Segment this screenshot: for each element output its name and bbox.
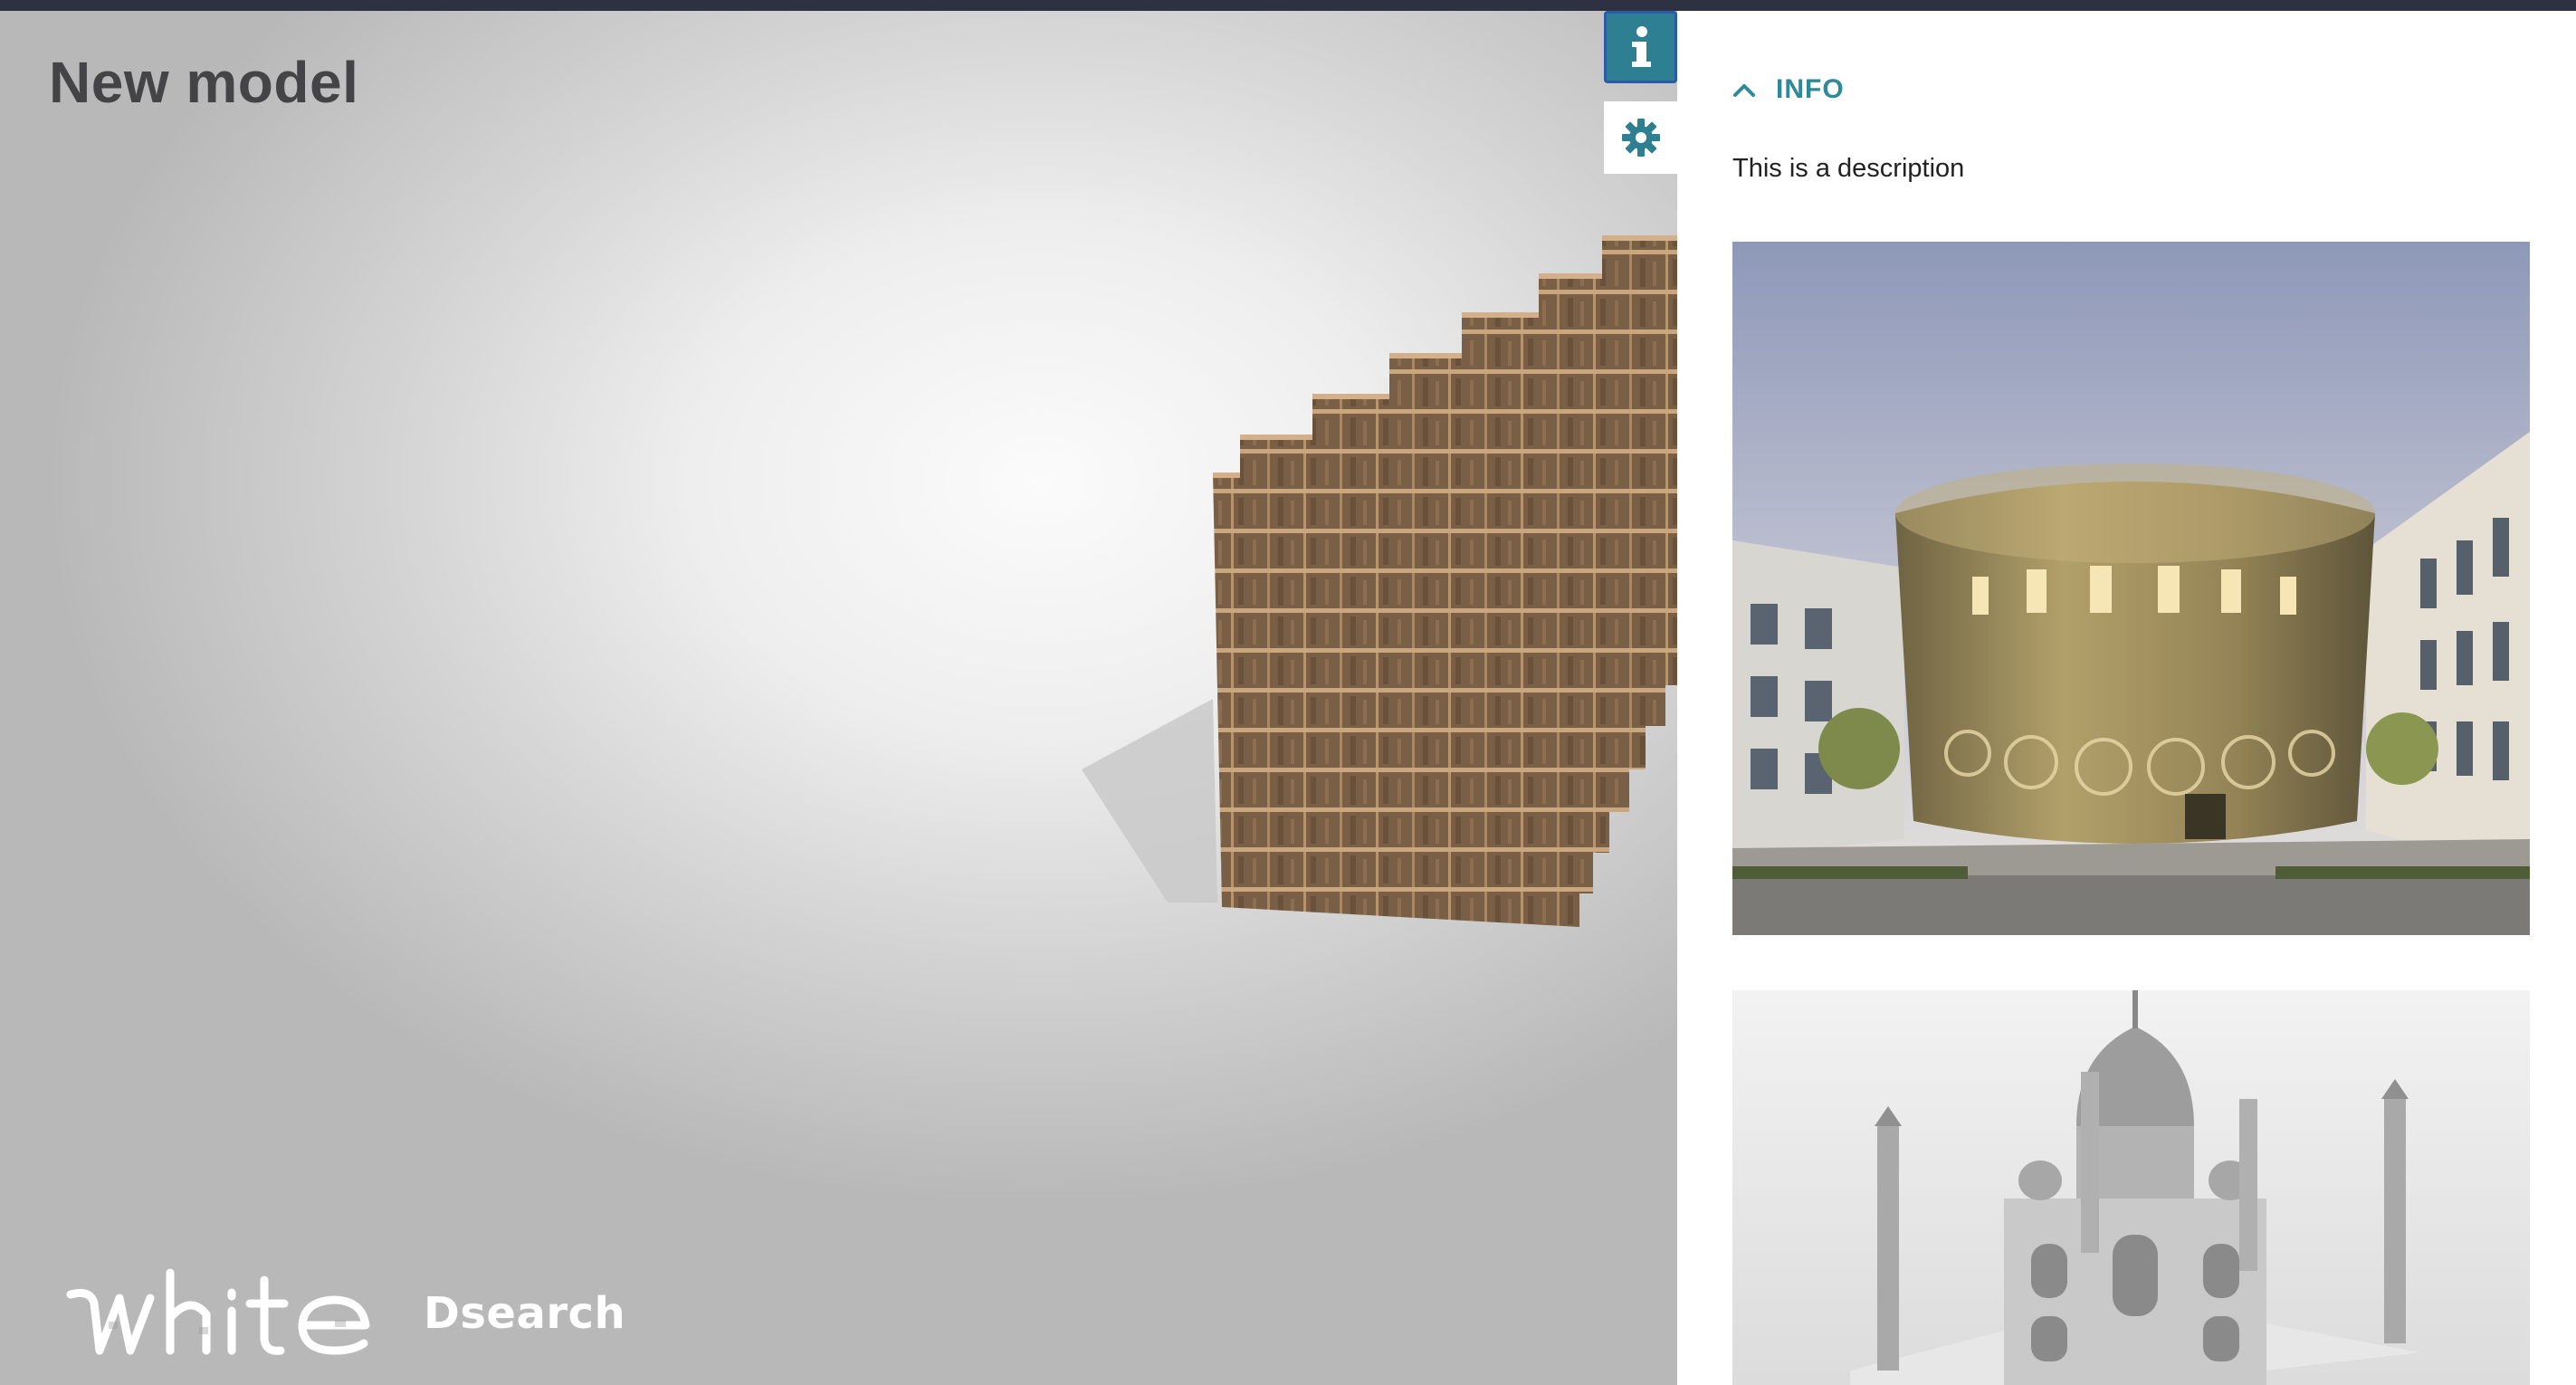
building-photo[interactable] — [1732, 242, 2530, 935]
chevron-up-icon — [1733, 84, 1755, 97]
white-logo — [66, 1268, 370, 1355]
info-icon — [1631, 26, 1651, 67]
top-bar — [0, 0, 2576, 11]
model-description: This is a description — [1732, 154, 1965, 183]
taj-mahal-model-image[interactable] — [1732, 990, 2530, 1385]
model-title: New model — [49, 50, 359, 115]
product-name: Dsearch — [424, 1288, 626, 1339]
taj-mahal-render — [1732, 990, 2530, 1385]
info-section-toggle[interactable]: INFO — [1732, 74, 1845, 105]
model-block — [1213, 235, 1677, 927]
3d-viewer[interactable]: New model Dsearch — [0, 11, 1677, 1385]
info-section-label: INFO — [1776, 74, 1845, 104]
logo: Dsearch — [63, 1267, 625, 1360]
gear-icon — [1621, 119, 1660, 157]
3d-model[interactable] — [0, 11, 1677, 1385]
golden-building-image — [1732, 242, 2530, 935]
settings-button[interactable] — [1604, 101, 1677, 174]
side-panel: INFO This is a description — [1677, 11, 2576, 1385]
info-button[interactable] — [1604, 11, 1677, 83]
model-shadow — [1082, 699, 1217, 903]
